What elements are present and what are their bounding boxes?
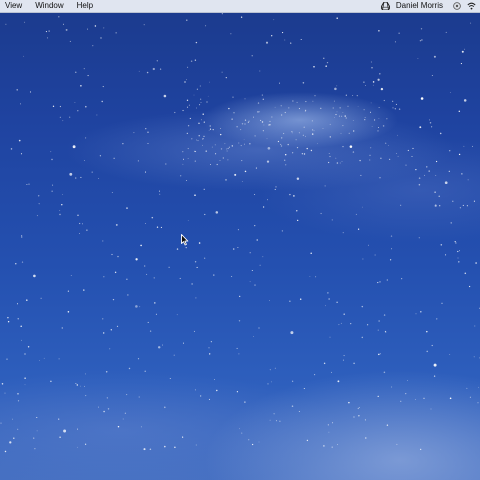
menu-extras: Daniel Morris (381, 0, 480, 12)
user-name-menu[interactable]: Daniel Morris (396, 0, 443, 12)
desktop-wallpaper (0, 0, 480, 480)
menu-bar: View Window Help Daniel Morris (0, 0, 480, 13)
starfield (0, 12, 480, 453)
drive-icon[interactable] (381, 0, 391, 12)
mouse-pointer-icon (181, 234, 189, 246)
menu-help[interactable]: Help (77, 0, 93, 12)
notification-icon[interactable] (452, 0, 462, 12)
menu-window[interactable]: Window (35, 0, 63, 12)
menu-view[interactable]: View (5, 0, 22, 12)
wifi-icon[interactable] (466, 0, 476, 12)
menu-bar-items: View Window Help (0, 0, 106, 12)
